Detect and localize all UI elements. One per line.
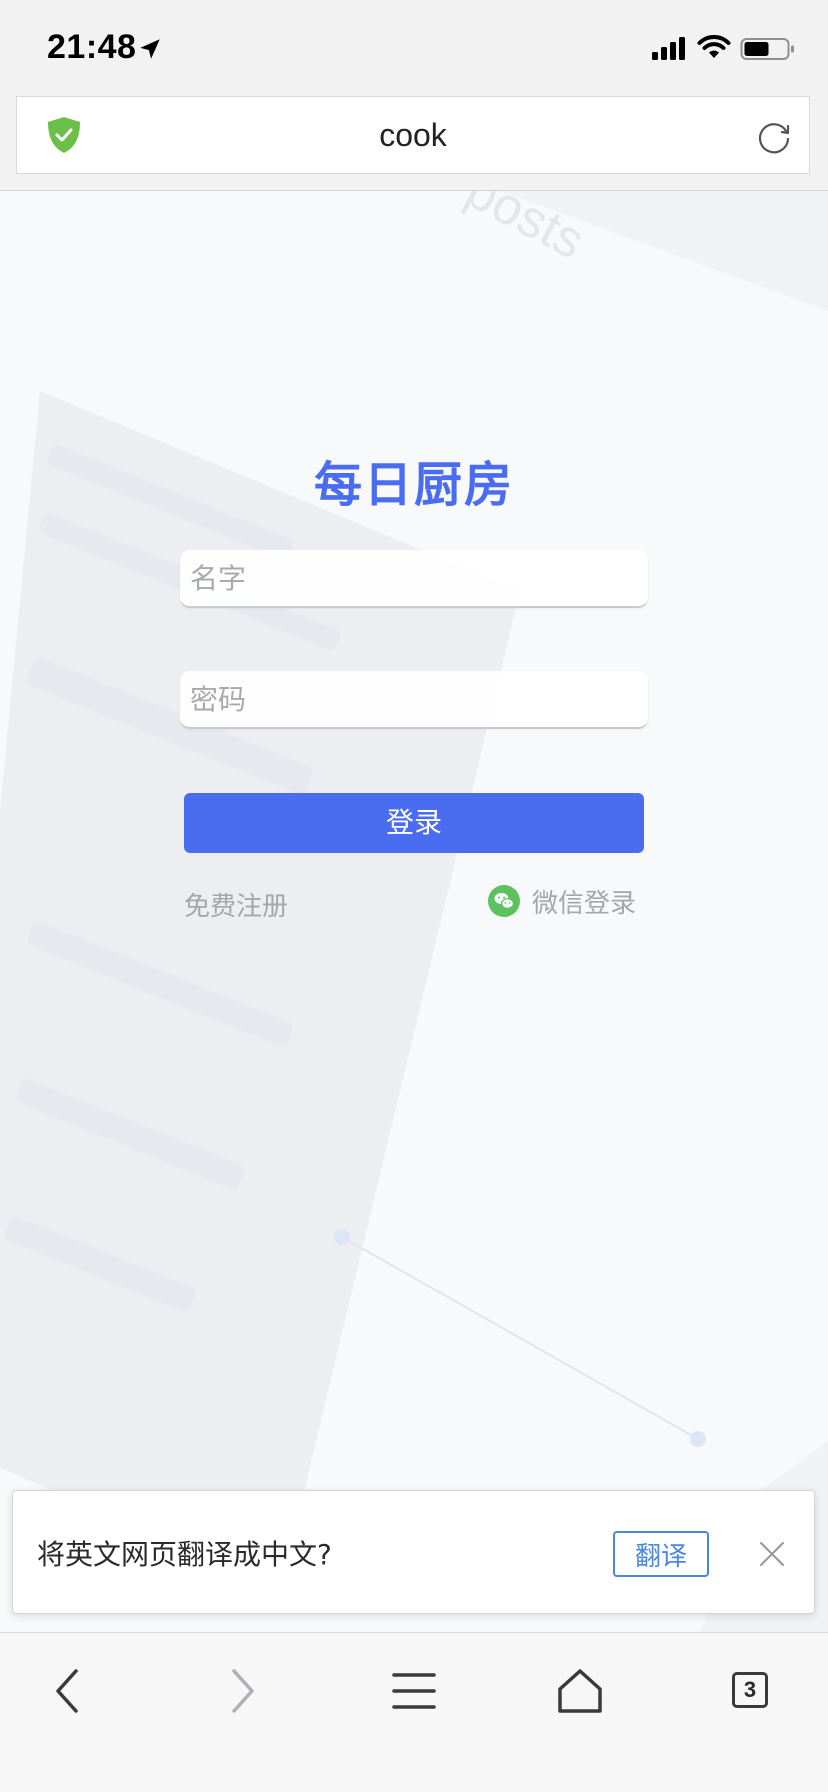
register-link[interactable]: 免费注册 [184, 886, 288, 923]
menu-icon[interactable] [384, 1661, 444, 1721]
back-icon[interactable] [40, 1661, 100, 1721]
cellular-signal-icon [652, 37, 685, 60]
status-time: 21:48 [47, 28, 137, 66]
login-button[interactable]: 登录 [184, 793, 644, 853]
wechat-icon [488, 885, 520, 917]
status-bar: 21:48 [0, 0, 828, 96]
tabs-button[interactable]: 3 [720, 1661, 780, 1721]
wechat-login-label: 微信登录 [532, 888, 637, 919]
app-title: 每日厨房 [313, 459, 514, 512]
background-illustration: posts [0, 191, 828, 1632]
name-field[interactable] [180, 550, 648, 608]
forward-icon[interactable] [210, 1661, 270, 1721]
translate-button[interactable]: 翻译 [613, 1531, 709, 1577]
bottom-toolbar: 3 [0, 1632, 828, 1792]
tabs-count: 3 [732, 1672, 768, 1708]
close-icon[interactable] [757, 1539, 787, 1569]
home-icon[interactable] [550, 1661, 610, 1721]
location-arrow-icon [140, 39, 160, 59]
translate-banner: 将英文网页翻译成中文? 翻译 [12, 1490, 815, 1614]
translate-prompt: 将英文网页翻译成中文? [37, 1538, 332, 1571]
address-bar[interactable]: cook [16, 96, 810, 174]
web-content: posts 每日厨房 登录 免费注册 微信登录 [0, 191, 828, 1632]
wechat-login-link[interactable]: 微信登录 [488, 883, 636, 919]
battery-icon [740, 38, 794, 60]
reload-icon[interactable] [755, 117, 793, 155]
url-text[interactable]: cook [17, 117, 809, 154]
wifi-icon [697, 35, 731, 58]
password-field[interactable] [180, 671, 648, 729]
